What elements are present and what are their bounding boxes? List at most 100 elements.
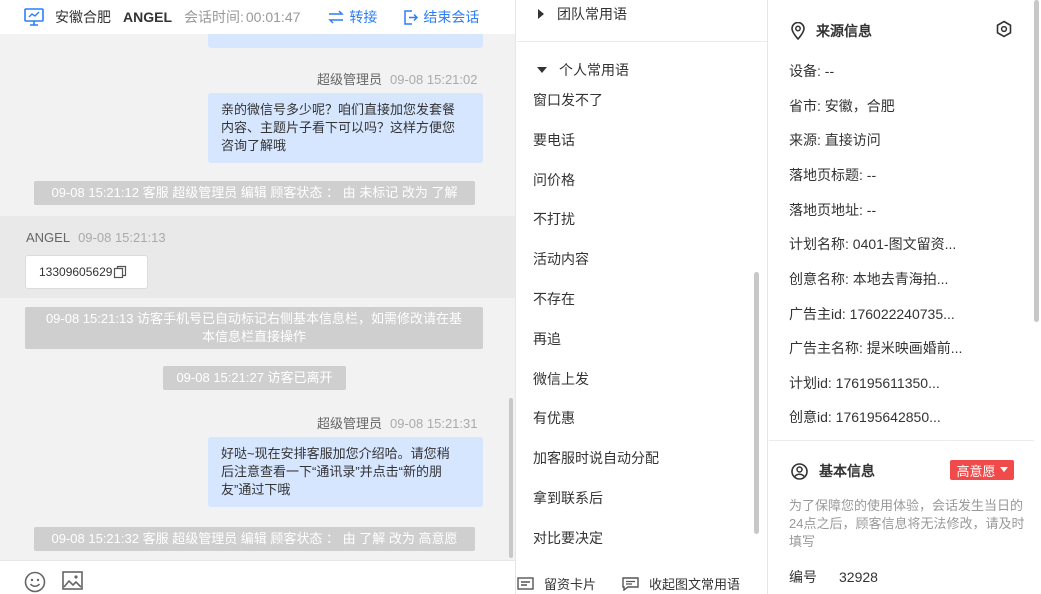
system-message: 09-08 15:21:12 客服 超级管理员 编辑 顾客状态 ： 由 未标记 … bbox=[34, 181, 475, 205]
chat-header: 安徽合肥 ANGEL 会话时间: 00:01:47 转接 结束会话 bbox=[0, 0, 515, 34]
caret-right-icon bbox=[538, 9, 544, 19]
message-time: 09-08 15:21:13 bbox=[78, 230, 166, 245]
basic-info-title: 基本信息 bbox=[791, 461, 875, 481]
info-scrollbar[interactable] bbox=[1034, 0, 1039, 322]
message-sender: 超级管理员 09-08 15:21:31 bbox=[317, 413, 477, 432]
sender-name: 超级管理员 bbox=[317, 416, 383, 431]
visitor-sender: ANGEL 09-08 15:21:13 bbox=[26, 230, 166, 245]
phone-card[interactable]: 13309605629 bbox=[25, 255, 148, 289]
end-session-label: 结束会话 bbox=[423, 9, 480, 25]
info-landing-title: 落地页标题: -- bbox=[789, 167, 877, 183]
visitor-name: ANGEL bbox=[26, 230, 71, 245]
intent-status-dropdown[interactable]: 高意愿 bbox=[950, 460, 1014, 480]
info-creative-name: 创意名称: 本地去青海拍... bbox=[789, 271, 949, 287]
message-icon bbox=[622, 576, 639, 591]
phrase-item[interactable]: 要电话 bbox=[533, 130, 748, 170]
team-phrases-group[interactable]: 团队常用语 bbox=[537, 4, 627, 24]
divider bbox=[517, 41, 767, 42]
info-plan-id: 计划id: 176195611350... bbox=[789, 375, 940, 391]
sender-name: 超级管理员 bbox=[317, 72, 383, 87]
info-advertiser-id: 广告主id: 176022240735... bbox=[789, 306, 955, 322]
phrase-item[interactable]: 有优惠 bbox=[533, 408, 748, 448]
emoji-icon[interactable] bbox=[24, 571, 46, 593]
message-sender: 超级管理员 09-08 15:21:02 bbox=[317, 69, 477, 88]
phrase-item[interactable]: 活动内容 bbox=[533, 249, 748, 289]
system-message: 09-08 15:21:32 客服 超级管理员 编辑 顾客状态 ： 由 了解 改… bbox=[34, 527, 475, 551]
system-line: 本信息栏直接操作 bbox=[201, 329, 306, 344]
info-device: 设备: -- bbox=[789, 63, 835, 79]
phrase-scrollbar[interactable] bbox=[754, 272, 759, 534]
phrase-item[interactable]: 拿到联系后 bbox=[533, 488, 748, 528]
message-list: 超级管理员 09-08 15:21:02 亲的微信号多少呢？咱们直接加您发套餐 内… bbox=[0, 0, 515, 560]
personal-phrases-title: 个人常用语 bbox=[559, 62, 629, 78]
message-bubble: 好哒~现在安排客服加您介绍哈。请您稍 后注意查看一下“通讯录”并点击“新的朋 友… bbox=[208, 437, 483, 507]
system-message: 09-08 15:21:13 访客手机号已自动标记右侧基本信息栏，如需修改请在基… bbox=[25, 307, 483, 349]
session-time-label: 会话时间: bbox=[184, 9, 244, 25]
transfer-icon bbox=[328, 10, 345, 24]
source-info-title: 来源信息 bbox=[791, 21, 872, 41]
phone-number: 13309605629 bbox=[39, 265, 113, 279]
phrase-item[interactable]: 再追 bbox=[533, 329, 748, 369]
info-panel: 来源信息 设备: -- 省市: 安徽，合肥 来源: 直接访问 落地页标题: --… bbox=[769, 0, 1041, 594]
source-info-label: 来源信息 bbox=[816, 23, 872, 39]
message-line: 内容、主题片子看下可以吗？这样方便您 bbox=[221, 120, 456, 135]
phrase-item[interactable]: 不打扰 bbox=[533, 209, 748, 249]
message-time: 09-08 15:21:31 bbox=[390, 416, 478, 431]
divider bbox=[769, 440, 1034, 441]
phrases-panel: 团队常用语 个人常用语 窗口发不了 要电话 问价格 不打扰 活动内容 不存在 再… bbox=[517, 0, 768, 594]
phrase-item[interactable]: 问价格 bbox=[533, 170, 748, 210]
info-source: 来源: 直接访问 bbox=[789, 132, 881, 148]
system-line: 09-08 15:21:13 访客手机号已自动标记右侧基本信息栏，如需修改请在基 bbox=[45, 311, 463, 326]
team-phrases-title: 团队常用语 bbox=[557, 6, 627, 22]
lead-card-label: 留资卡片 bbox=[544, 577, 597, 592]
message-line: 好哒~现在安排客服加您介绍哈。请您稍 bbox=[221, 446, 450, 461]
message-time: 09-08 15:21:02 bbox=[390, 72, 478, 87]
card-icon bbox=[517, 576, 534, 590]
exit-icon bbox=[404, 9, 419, 25]
settings-icon[interactable] bbox=[995, 20, 1013, 38]
intent-status-label: 高意愿 bbox=[956, 463, 996, 479]
phrase-list: 窗口发不了 要电话 问价格 不打扰 活动内容 不存在 再追 微信上发 有优惠 加… bbox=[533, 90, 748, 568]
edit-notice: 为了保障您的使用体验，会话发生当日的24点之后，顾客信息将无法修改，请及时填写 bbox=[789, 498, 1025, 549]
chat-scrollbar[interactable] bbox=[509, 398, 513, 558]
session-timer: 00:01:47 bbox=[245, 9, 301, 25]
caret-down-icon bbox=[537, 67, 547, 73]
message-line: 咨询了解哦 bbox=[221, 138, 287, 153]
info-plan-name: 计划名称: 0401-图文留资... bbox=[789, 236, 957, 252]
caret-down-icon bbox=[999, 467, 1008, 472]
info-advertiser-name: 广告主名称: 提米映画婚前... bbox=[789, 340, 963, 356]
chat-panel: 超级管理员 09-08 15:21:02 亲的微信号多少呢？咱们直接加您发套餐 内… bbox=[0, 0, 516, 594]
collapse-phrases-label: 收起图文常用语 bbox=[649, 577, 741, 592]
collapse-phrases-button[interactable]: 收起图文常用语 bbox=[622, 574, 740, 593]
image-icon[interactable] bbox=[62, 571, 83, 590]
user-icon bbox=[791, 462, 808, 480]
info-landing-url: 落地页地址: -- bbox=[789, 202, 877, 218]
phrase-item[interactable]: 窗口发不了 bbox=[533, 90, 748, 130]
visitor-name: ANGEL bbox=[123, 9, 172, 25]
phrase-item[interactable]: 不存在 bbox=[533, 289, 748, 329]
message-line: 后注意查看一下“通讯录”并点击“新的朋 bbox=[221, 464, 442, 479]
message-bubble: 亲的微信号多少呢？咱们直接加您发套餐 内容、主题片子看下可以吗？这样方便您 咨询… bbox=[208, 93, 483, 163]
basic-info-label: 基本信息 bbox=[819, 463, 875, 479]
phrases-toolbar: 留资卡片 收起图文常用语 bbox=[517, 560, 767, 594]
visitor-location: 安徽合肥 bbox=[55, 9, 111, 25]
chat-toolbar bbox=[0, 560, 515, 594]
personal-phrases-group[interactable]: 个人常用语 bbox=[537, 60, 629, 80]
info-creative-id: 创意id: 176195642850... bbox=[789, 409, 941, 425]
info-region: 省市: 安徽，合肥 bbox=[789, 98, 895, 114]
transfer-label: 转接 bbox=[349, 9, 378, 25]
location-pin-icon bbox=[791, 22, 805, 40]
phrase-item[interactable]: 微信上发 bbox=[533, 369, 748, 409]
number-label: 编号 bbox=[789, 569, 817, 585]
monitor-icon bbox=[24, 8, 44, 26]
system-message: 09-08 15:21:27 访客已离开 bbox=[163, 366, 346, 390]
lead-card-button[interactable]: 留资卡片 bbox=[517, 574, 596, 593]
copy-icon[interactable] bbox=[113, 265, 127, 279]
end-session-button[interactable]: 结束会话 bbox=[403, 7, 479, 27]
number-value: 32928 bbox=[839, 569, 878, 585]
phrase-item[interactable]: 加客服时说自动分配 bbox=[533, 448, 748, 488]
message-line: 友”通过下哦 bbox=[221, 482, 291, 497]
message-line: 亲的微信号多少呢？咱们直接加您发套餐 bbox=[221, 102, 456, 117]
info-number: 编号 32928 bbox=[789, 567, 878, 587]
transfer-button[interactable]: 转接 bbox=[328, 7, 377, 27]
